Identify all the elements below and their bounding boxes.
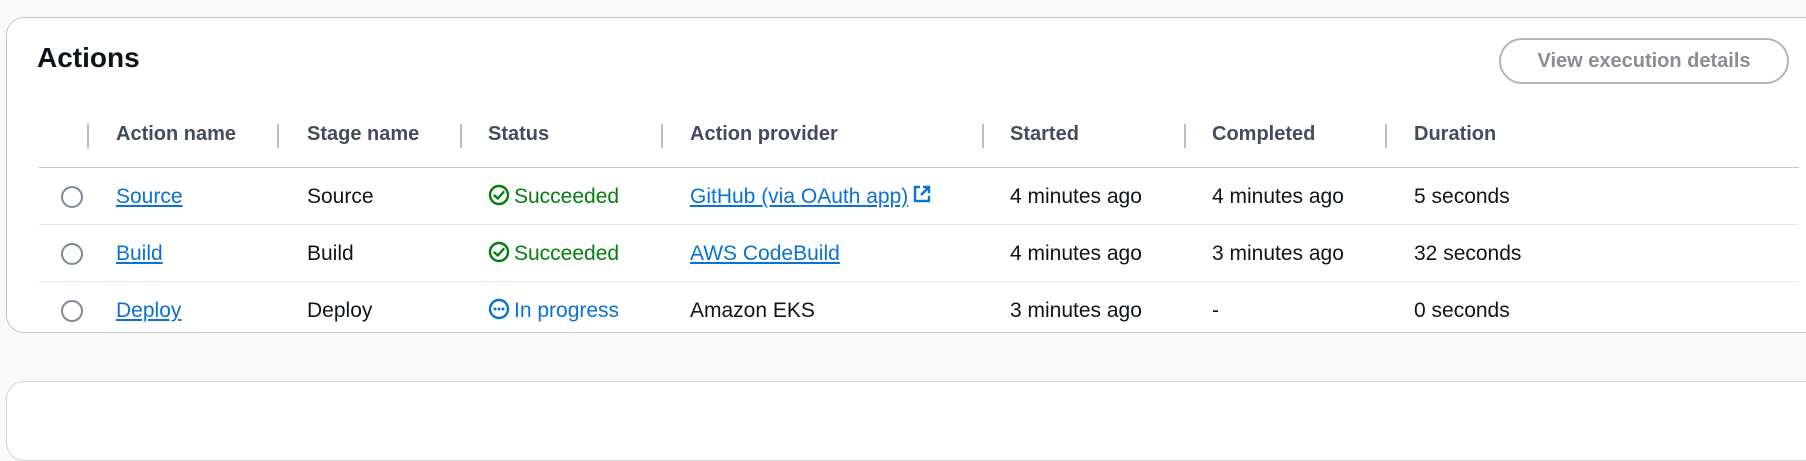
- stage-name: Build: [307, 242, 354, 265]
- header-completed[interactable]: Completed: [1212, 100, 1315, 168]
- row-select-radio[interactable]: [61, 243, 83, 265]
- external-link-icon[interactable]: [912, 184, 932, 204]
- header-action-provider[interactable]: Action provider: [690, 100, 838, 168]
- column-divider[interactable]: [87, 124, 89, 148]
- stage-name: Deploy: [307, 299, 373, 322]
- column-divider[interactable]: [1385, 124, 1387, 148]
- column-divider[interactable]: [277, 124, 279, 148]
- completed-time: -: [1212, 299, 1219, 322]
- row-select-radio[interactable]: [61, 300, 83, 322]
- next-panel: [6, 381, 1806, 461]
- column-divider[interactable]: [460, 124, 462, 148]
- status-indicator: In progress: [488, 282, 619, 339]
- table-header: Action name Stage name Status Action pro…: [39, 100, 1799, 168]
- status-indicator: Succeeded: [488, 225, 619, 282]
- row-select-radio[interactable]: [61, 186, 83, 208]
- stage-name: Source: [307, 185, 374, 208]
- table-row: Deploy Deploy In progress Amazon EKS 3 m…: [39, 282, 1799, 339]
- action-provider-link[interactable]: GitHub (via OAuth app): [690, 185, 908, 208]
- status-text: In progress: [514, 299, 620, 322]
- check-circle-icon: [488, 242, 510, 263]
- action-provider-link[interactable]: AWS CodeBuild: [690, 242, 840, 265]
- header-action-name[interactable]: Action name: [116, 100, 236, 168]
- actions-panel: Actions View execution details Action na…: [6, 17, 1806, 333]
- action-provider-text: Amazon EKS: [690, 299, 815, 322]
- view-execution-details-button[interactable]: View execution details: [1499, 38, 1789, 84]
- started-time: 4 minutes ago: [1010, 185, 1142, 208]
- duration: 32 seconds: [1414, 242, 1522, 265]
- header-started[interactable]: Started: [1010, 100, 1079, 168]
- duration: 5 seconds: [1414, 185, 1510, 208]
- completed-time: 3 minutes ago: [1212, 242, 1344, 265]
- actions-table: Action name Stage name Status Action pro…: [39, 100, 1799, 339]
- started-time: 4 minutes ago: [1010, 242, 1142, 265]
- started-time: 3 minutes ago: [1010, 299, 1142, 322]
- column-divider[interactable]: [1184, 124, 1186, 148]
- column-divider[interactable]: [661, 124, 663, 148]
- header-status[interactable]: Status: [488, 100, 549, 168]
- header-duration[interactable]: Duration: [1414, 100, 1496, 168]
- action-name-link[interactable]: Build: [116, 242, 163, 265]
- in-progress-icon: [488, 299, 510, 320]
- action-name-link[interactable]: Source: [116, 185, 183, 208]
- status-text: Succeeded: [514, 242, 620, 265]
- column-divider[interactable]: [982, 124, 984, 148]
- table-row: Build Build Succeeded AWS CodeBuild 4 mi…: [39, 225, 1799, 282]
- action-name-link[interactable]: Deploy: [116, 299, 181, 322]
- duration: 0 seconds: [1414, 299, 1510, 322]
- status-indicator: Succeeded: [488, 168, 619, 225]
- status-text: Succeeded: [514, 185, 620, 208]
- header-stage-name[interactable]: Stage name: [307, 100, 419, 168]
- table-row: Source Source Succeeded GitHub (via OAut…: [39, 168, 1799, 225]
- check-circle-icon: [488, 185, 510, 206]
- panel-title: Actions: [37, 42, 140, 73]
- completed-time: 4 minutes ago: [1212, 185, 1344, 208]
